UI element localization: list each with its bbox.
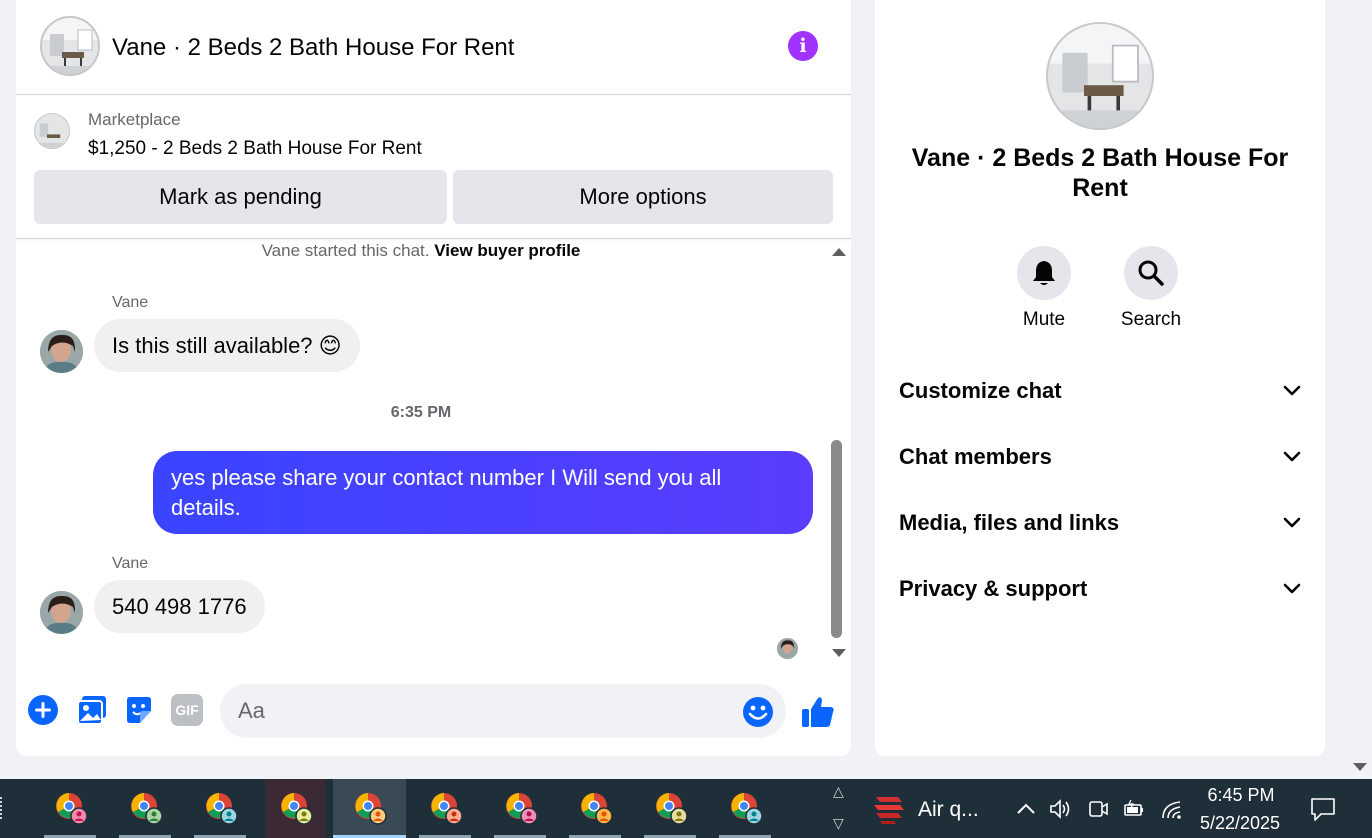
- volume-icon[interactable]: [1048, 798, 1072, 820]
- notification-center-icon[interactable]: [1309, 796, 1337, 822]
- wifi-icon[interactable]: [1160, 798, 1184, 820]
- chevron-down-icon: [1283, 385, 1301, 396]
- listing-thumbnail[interactable]: [34, 113, 70, 149]
- chat-header: Vane · 2 Beds 2 Bath House For Rent i: [16, 0, 851, 95]
- chrome-icon: [281, 793, 313, 825]
- seen-indicator-avatar: [777, 638, 798, 659]
- message-bubble-incoming[interactable]: Is this still available? 😊: [94, 319, 360, 372]
- gif-icon[interactable]: GIF: [171, 694, 203, 726]
- chrome-icon: [355, 793, 387, 825]
- photo-gallery-icon[interactable]: [76, 694, 108, 726]
- taskbar-clock-date[interactable]: 5/22/2025: [1190, 813, 1290, 834]
- camera-mic-icon[interactable]: [1086, 798, 1110, 820]
- sender-name: Vane: [112, 555, 149, 572]
- user-photo-icon: [777, 638, 798, 659]
- taskbar-clock-time[interactable]: 6:45 PM: [1196, 785, 1286, 806]
- scroll-down-arrow-icon[interactable]: [832, 649, 846, 657]
- message-input[interactable]: [220, 684, 786, 738]
- section-customize-chat[interactable]: Customize chat: [899, 371, 1301, 411]
- conversation-details-panel: Vane · 2 Beds 2 Bath House For Rent Mute…: [875, 0, 1325, 756]
- chevron-up-icon[interactable]: [1014, 798, 1038, 820]
- user-photo-icon: [40, 591, 83, 634]
- taskbar-chrome-profile-7[interactable]: [490, 779, 550, 838]
- scroll-up-arrow-icon[interactable]: [832, 248, 846, 256]
- section-media-files-links[interactable]: Media, files and links: [899, 503, 1301, 543]
- chrome-icon: [506, 793, 538, 825]
- user-photo-icon: [40, 330, 83, 373]
- taskbar-edge-handle[interactable]: [0, 797, 3, 819]
- message-bubble-outgoing[interactable]: yes please share your contact number I W…: [153, 451, 813, 534]
- taskbar-chrome-profile-3[interactable]: [190, 779, 250, 838]
- avatar[interactable]: [40, 330, 83, 373]
- chevron-up-icon[interactable]: △: [833, 783, 844, 800]
- taskbar-chrome-profile-4[interactable]: [265, 779, 325, 838]
- taskbar-chrome-profile-8[interactable]: [565, 779, 625, 838]
- message-composer: GIF: [16, 675, 851, 746]
- emoji-icon[interactable]: [742, 696, 774, 728]
- message-timestamp: 6:35 PM: [390, 404, 452, 421]
- weather-widget[interactable]: Air q...: [852, 779, 1002, 838]
- taskbar-chrome-profile-9[interactable]: [640, 779, 700, 838]
- room-photo-icon: [35, 114, 69, 148]
- chrome-icon: [206, 793, 238, 825]
- listing-category: Marketplace: [88, 110, 181, 129]
- mark-as-pending-button[interactable]: Mark as pending: [34, 170, 447, 224]
- info-icon[interactable]: i: [788, 31, 818, 61]
- taskbar-chrome-profile-6[interactable]: [415, 779, 475, 838]
- more-options-button[interactable]: More options: [453, 170, 833, 224]
- taskbar-chrome-profile-5-active[interactable]: [333, 779, 406, 838]
- message-scrollbar[interactable]: [826, 240, 851, 665]
- windows-taskbar: △ ▽ Air q... 6:45 PM 5/22/2025: [0, 779, 1372, 838]
- chevron-down-icon: [1283, 517, 1301, 528]
- sticker-icon[interactable]: [123, 694, 155, 726]
- search-label: Search: [1120, 309, 1182, 330]
- chevron-down-icon[interactable]: ▽: [833, 815, 844, 832]
- mute-button[interactable]: Mute: [999, 246, 1089, 331]
- section-chat-members[interactable]: Chat members: [899, 437, 1301, 477]
- taskbar-chrome-profile-1[interactable]: [40, 779, 100, 838]
- avatar[interactable]: [40, 591, 83, 634]
- details-title: Vane · 2 Beds 2 Bath House For Rent: [911, 144, 1289, 202]
- chevron-down-icon: [1283, 583, 1301, 594]
- weather-widget-label: Air q...: [918, 798, 979, 821]
- view-buyer-profile-link[interactable]: View buyer profile: [434, 241, 580, 260]
- chrome-icon: [431, 793, 463, 825]
- chrome-icon: [56, 793, 88, 825]
- listing-avatar[interactable]: [40, 16, 100, 76]
- chat-start-notice: Vane started this chat. View buyer profi…: [261, 241, 581, 260]
- message-bubble-incoming[interactable]: 540 498 1776: [94, 580, 265, 633]
- listing-price-title[interactable]: $1,250 - 2 Beds 2 Bath House For Rent: [88, 138, 422, 160]
- air-quality-icon: [874, 797, 904, 824]
- plus-circle-icon[interactable]: [27, 694, 59, 726]
- chrome-icon: [131, 793, 163, 825]
- chat-title: Vane · 2 Beds 2 Bath House For Rent: [112, 34, 515, 61]
- thumbs-up-icon[interactable]: [800, 694, 836, 730]
- chevron-down-icon: [1283, 451, 1301, 462]
- section-privacy-support[interactable]: Privacy & support: [899, 569, 1301, 609]
- message-list: Vane started this chat. View buyer profi…: [16, 240, 851, 665]
- listing-bar: Marketplace $1,250 - 2 Beds 2 Bath House…: [16, 96, 851, 239]
- page-scroll-down-arrow-icon[interactable]: [1353, 763, 1367, 771]
- taskbar-chrome-profile-10[interactable]: [715, 779, 775, 838]
- search-button[interactable]: Search: [1106, 246, 1196, 331]
- listing-avatar-large[interactable]: [1046, 22, 1154, 130]
- chat-panel: Vane · 2 Beds 2 Bath House For Rent i Ma…: [16, 0, 851, 756]
- taskbar-chrome-profile-2[interactable]: [115, 779, 175, 838]
- mute-label: Mute: [1022, 309, 1066, 330]
- taskbar-scroll-buttons[interactable]: △ ▽: [826, 779, 852, 838]
- battery-icon[interactable]: [1122, 798, 1146, 820]
- chrome-icon: [656, 793, 688, 825]
- chrome-icon: [581, 793, 613, 825]
- search-icon: [1138, 260, 1164, 286]
- bell-icon: [1033, 261, 1055, 285]
- sender-name: Vane: [112, 294, 149, 311]
- room-photo-icon: [42, 18, 98, 74]
- chrome-icon: [731, 793, 763, 825]
- room-photo-icon: [1048, 24, 1152, 128]
- scrollbar-thumb[interactable]: [831, 440, 842, 638]
